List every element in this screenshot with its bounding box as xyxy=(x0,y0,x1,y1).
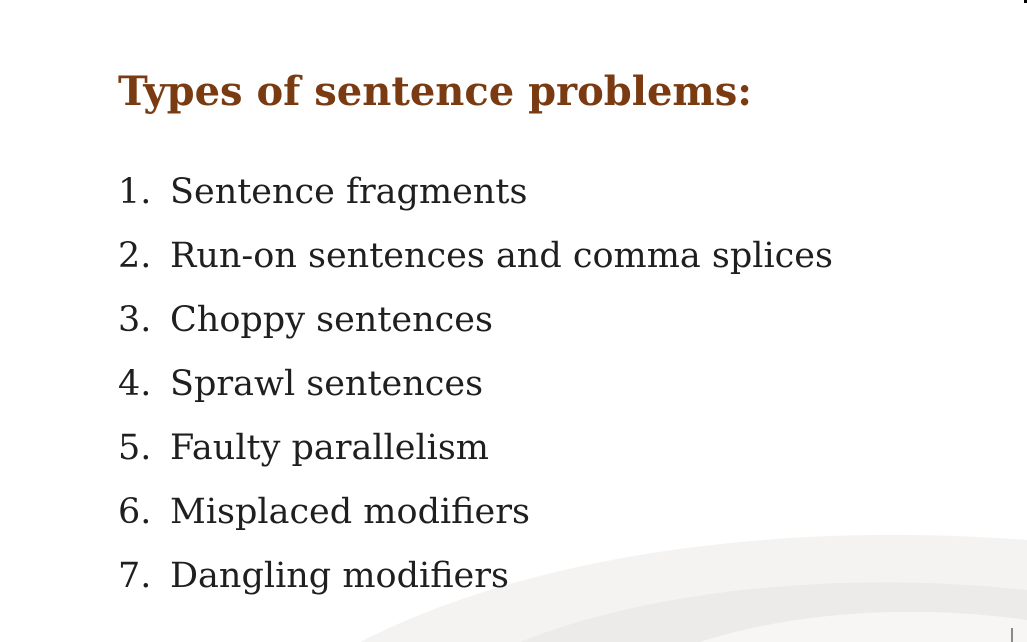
list-item-number: 4. xyxy=(118,364,152,404)
list-item-number: 3. xyxy=(118,300,152,340)
list-item-text: Sprawl sentences xyxy=(170,364,484,404)
list-item: 6. Misplaced modifiers xyxy=(118,480,833,544)
problem-list: 1. Sentence fragments 2. Run-on sentence… xyxy=(118,160,833,608)
list-item-number: 6. xyxy=(118,492,152,532)
list-item-text: Faulty parallelism xyxy=(170,428,489,468)
list-item: 3. Choppy sentences xyxy=(118,288,833,352)
list-item-number: 1. xyxy=(118,172,152,212)
list-item-text: Sentence fragments xyxy=(170,172,528,212)
list-item-text: Dangling modifiers xyxy=(170,556,509,596)
list-item: 7. Dangling modifiers xyxy=(118,544,833,608)
page-title: Types of sentence problems: xyxy=(118,68,753,115)
list-item: 4. Sprawl sentences xyxy=(118,352,833,416)
list-item: 5. Faulty parallelism xyxy=(118,416,833,480)
edge-tick xyxy=(1011,628,1013,642)
list-item-text: Choppy sentences xyxy=(170,300,493,340)
slide: Types of sentence problems: 1. Sentence … xyxy=(0,0,1027,642)
list-item-text: Misplaced modifiers xyxy=(170,492,530,532)
list-item: 2. Run-on sentences and comma splices xyxy=(118,224,833,288)
list-item-text: Run-on sentences and comma splices xyxy=(170,236,833,276)
list-item: 1. Sentence fragments xyxy=(118,160,833,224)
list-item-number: 7. xyxy=(118,556,152,596)
list-item-number: 2. xyxy=(118,236,152,276)
list-item-number: 5. xyxy=(118,428,152,468)
